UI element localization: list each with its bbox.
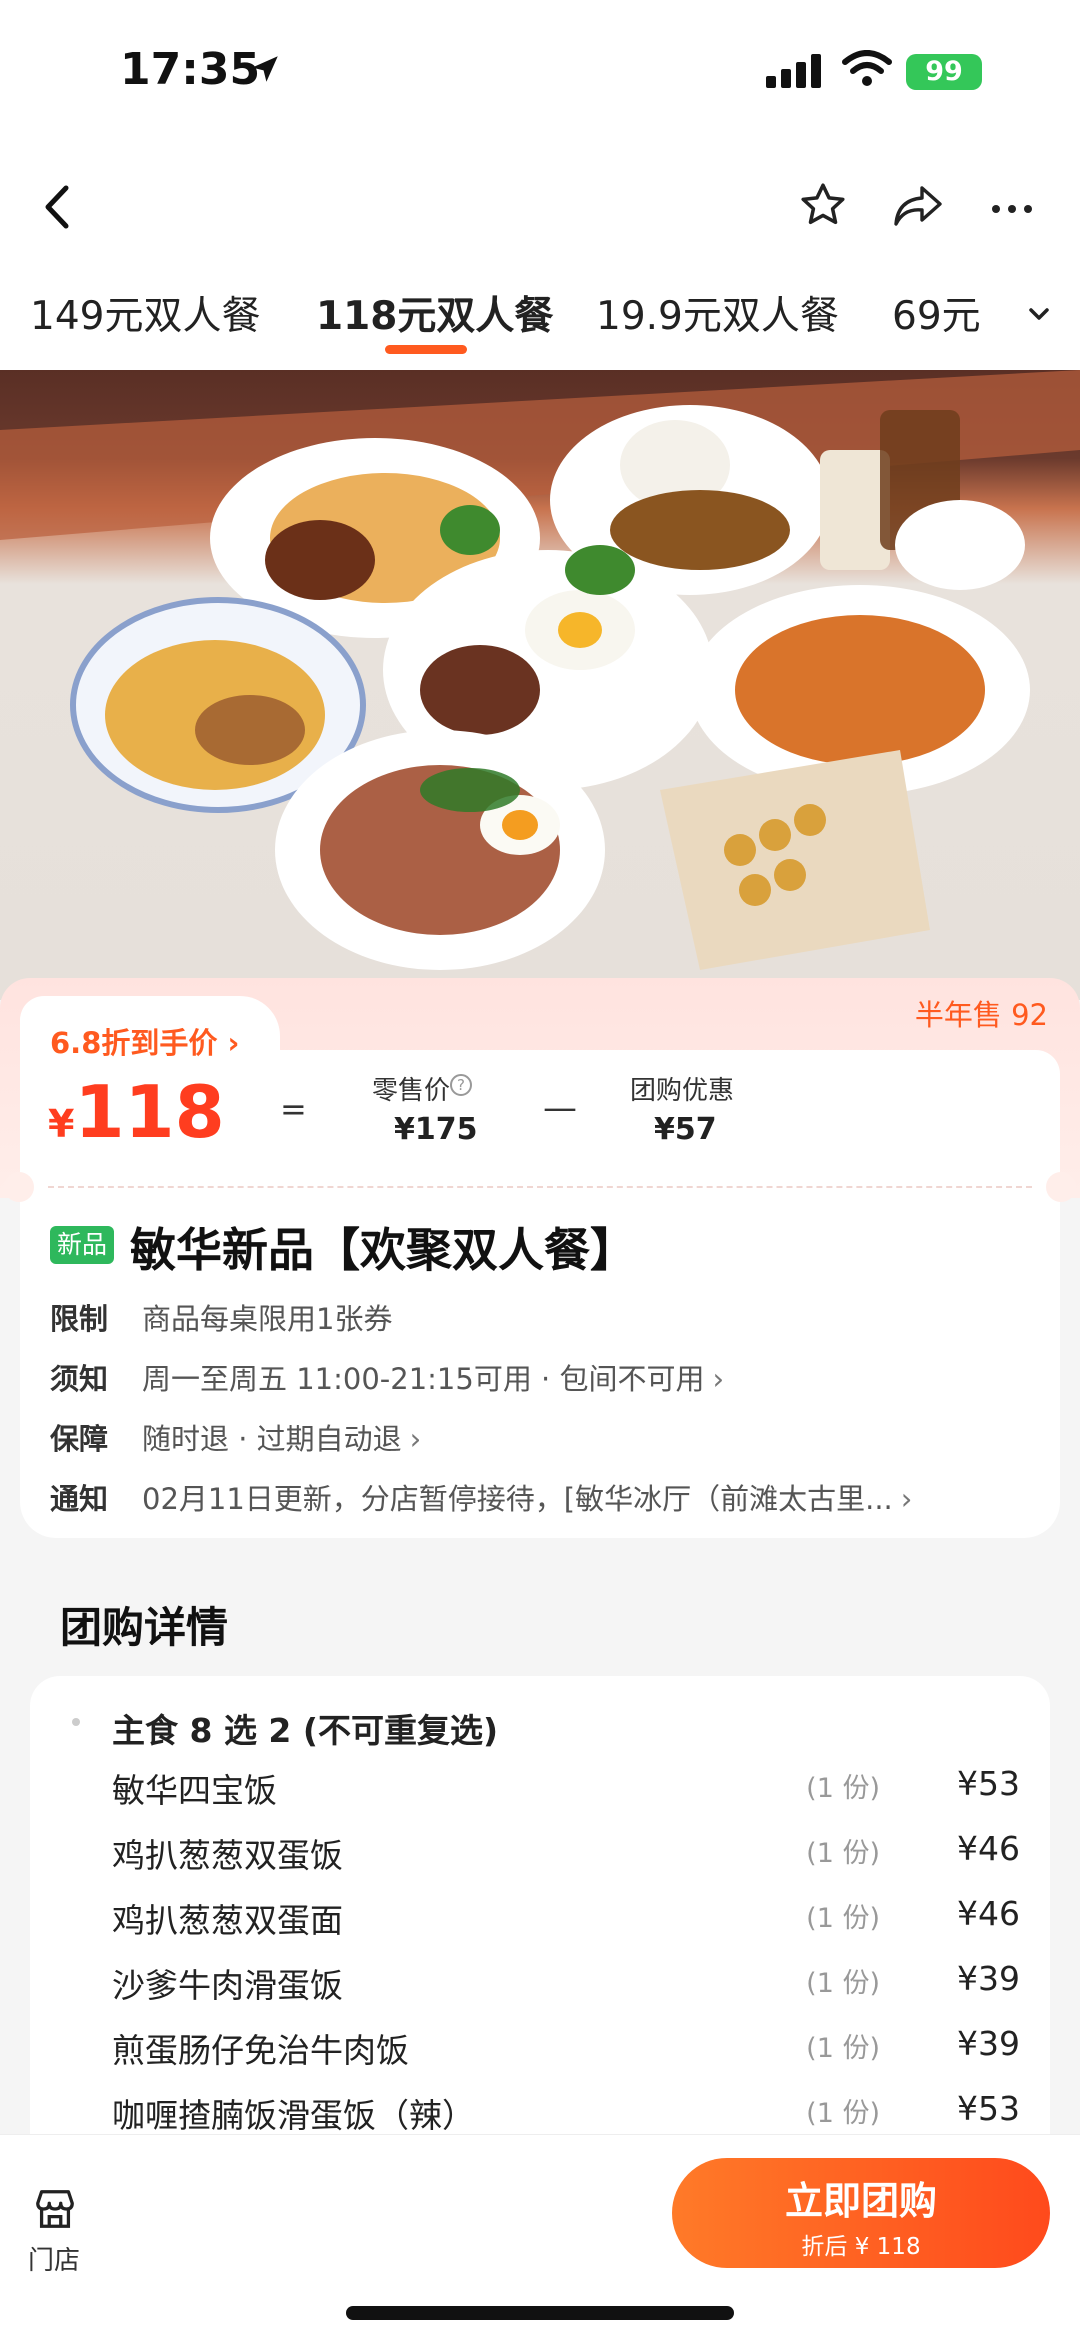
item-price: ¥39 (957, 2024, 1020, 2063)
status-bar: 17:35 99 (0, 0, 1080, 150)
store-icon[interactable] (32, 2186, 78, 2236)
info-key: 保障 (50, 1422, 109, 1456)
bullet-dot (72, 1718, 80, 1726)
info-key: 须知 (50, 1362, 109, 1396)
info-value: 商品每桌限用1张券 (142, 1302, 393, 1336)
status-time: 17:35 (120, 44, 261, 95)
list-item: 鸡扒葱葱双蛋面 (1 份) ¥46 (112, 1894, 1020, 1944)
list-item: 沙爹牛肉滑蛋饭 (1 份) ¥39 (112, 1959, 1020, 2009)
list-item: 煎蛋肠仔免治牛肉饭 (1 份) ¥39 (112, 2024, 1020, 2074)
item-price: ¥46 (957, 1894, 1020, 1933)
info-row-notice[interactable]: 须知 周一至周五 11:00-21:15可用 · 包间不可用 › (50, 1356, 724, 1398)
tab-149[interactable]: 149元双人餐 (30, 285, 260, 341)
equals-sign: = (280, 1090, 307, 1128)
list-item: 敏华四宝饭 (1 份) ¥53 (112, 1764, 1020, 1814)
item-qty: (1 份) (806, 2098, 880, 2129)
item-name: 敏华四宝饭 (112, 1771, 277, 1810)
package-tabs: 149元双人餐 118元双人餐 19.9元双人餐 69元 (0, 265, 1080, 370)
share-icon[interactable] (892, 182, 944, 234)
buy-now-button[interactable]: 立即团购 折后 ¥ 118 (672, 2158, 1050, 2268)
home-indicator[interactable] (346, 2306, 734, 2320)
item-qty: (1 份) (806, 1838, 880, 1869)
dashed-divider (48, 1186, 1032, 1188)
discount-label[interactable]: 6.8折到手价 › (50, 1020, 239, 1062)
buy-now-label: 立即团购 (784, 2179, 937, 2223)
buy-now-sub-label: 折后 ¥ 118 (801, 2234, 921, 2260)
item-qty: (1 份) (806, 1903, 880, 1934)
item-price: ¥39 (957, 1959, 1020, 1998)
item-price: ¥46 (957, 1829, 1020, 1868)
chevron-down-icon[interactable] (1024, 299, 1054, 333)
new-badge: 新品 (50, 1226, 114, 1264)
top-nav-bar (0, 150, 1080, 265)
product-hero-image[interactable] (0, 370, 1080, 1000)
item-name: 咖喱揸腩饭滑蛋饭（辣） (112, 2096, 475, 2135)
half-year-sales: 半年售 92 (914, 998, 1048, 1032)
info-value: 02月11日更新，分店暂停接待，[敏华冰厅（前滩太古里... (142, 1482, 893, 1516)
chevron-right-icon: › (409, 1422, 422, 1456)
wifi-icon (842, 50, 892, 92)
info-value: 周一至周五 11:00-21:15可用 · 包间不可用 (142, 1362, 705, 1396)
group-discount-value: ¥57 (654, 1112, 717, 1147)
info-value: 随时退 · 过期自动退 (142, 1422, 402, 1456)
minus-sign: — (543, 1088, 577, 1128)
info-row-limit: 限制 商品每桌限用1张券 (50, 1296, 392, 1338)
favorite-star-icon[interactable] (798, 180, 848, 234)
info-key: 限制 (50, 1302, 109, 1336)
store-label[interactable]: 门店 (28, 2240, 80, 2277)
tab-118[interactable]: 118元双人餐 (316, 285, 553, 341)
item-qty: (1 份) (806, 1773, 880, 1804)
group-head: 主食 8 选 2 (不可重复选) (112, 1711, 499, 1750)
cellular-signal-icon (766, 54, 824, 92)
group-discount-label: 团购优惠 (630, 1076, 735, 1106)
currency-symbol: ¥ (48, 1102, 75, 1146)
location-arrow-icon (248, 52, 282, 90)
item-name: 鸡扒葱葱双蛋面 (112, 1901, 343, 1940)
retail-price-label: 零售价 (372, 1076, 451, 1106)
list-item: 咖喱揸腩饭滑蛋饭（辣） (1 份) ¥53 (112, 2089, 1020, 2139)
tab-69[interactable]: 69元 (892, 285, 981, 341)
list-item: 鸡扒葱葱双蛋饭 (1 份) ¥46 (112, 1829, 1020, 1879)
chevron-right-icon: › (900, 1482, 913, 1516)
deal-price: ¥118 (48, 1070, 225, 1154)
item-qty: (1 份) (806, 2033, 880, 2064)
ticket-notch-right (1046, 1172, 1076, 1202)
item-price: ¥53 (957, 1764, 1020, 1803)
active-tab-indicator (385, 345, 467, 354)
retail-price-value: ¥175 (394, 1112, 478, 1147)
info-row-announcement[interactable]: 通知 02月11日更新，分店暂停接待，[敏华冰厅（前滩太古里... › (50, 1476, 912, 1518)
more-options-icon[interactable] (990, 200, 1034, 219)
info-row-guarantee[interactable]: 保障 随时退 · 过期自动退 › (50, 1416, 421, 1458)
tab-19-9[interactable]: 19.9元双人餐 (596, 285, 839, 341)
item-name: 沙爹牛肉滑蛋饭 (112, 1966, 343, 2005)
back-arrow-icon[interactable] (38, 182, 78, 236)
help-question-icon[interactable]: ? (450, 1074, 472, 1096)
info-key: 通知 (50, 1482, 109, 1516)
ticket-notch-left (4, 1172, 34, 1202)
item-price: ¥53 (957, 2089, 1020, 2128)
item-name: 煎蛋肠仔免治牛肉饭 (112, 2031, 409, 2070)
item-name: 鸡扒葱葱双蛋饭 (112, 1836, 343, 1875)
battery-indicator: 99 (906, 54, 982, 90)
price-amount: 118 (74, 1070, 225, 1154)
section-title-details: 团购详情 (60, 1603, 229, 1652)
chevron-right-icon: › (712, 1362, 725, 1396)
product-title: 敏华新品【欢聚双人餐】 (130, 1223, 636, 1277)
item-qty: (1 份) (806, 1968, 880, 1999)
